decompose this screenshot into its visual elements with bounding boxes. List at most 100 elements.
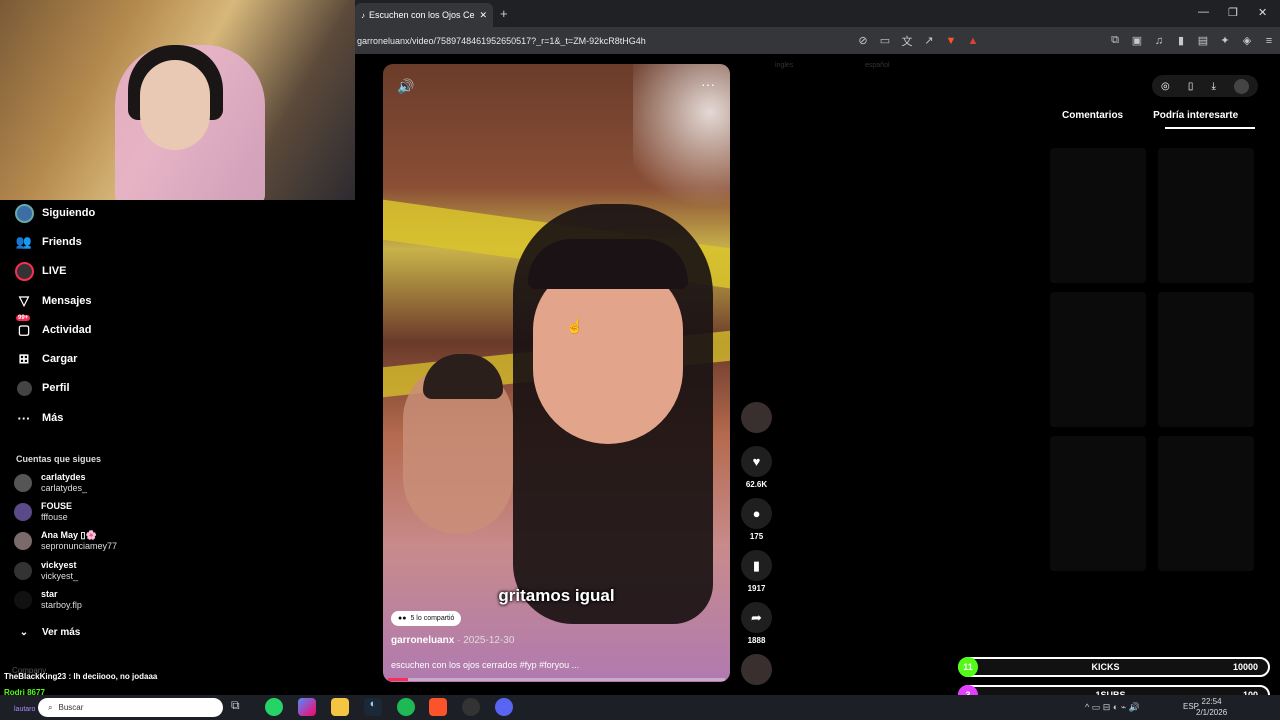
shared-by-pill[interactable]: ●● 5 lo compartió <box>391 611 462 626</box>
tiktok-sidebar: Siguiendo 👥 Friends LIVE ▽ Mensajes ▢ 99… <box>0 200 355 695</box>
video-description[interactable]: escuchen con los ojos cerrados #fyp #for… <box>391 660 579 670</box>
nav-activity[interactable]: ▢ 99+ Actividad <box>14 315 92 340</box>
user-avatar-icon[interactable] <box>1233 78 1249 94</box>
vpn-icon[interactable]: ◈ <box>1236 34 1258 47</box>
subject-face <box>533 264 683 444</box>
brave-shield-icon[interactable]: ▼ <box>940 35 962 47</box>
copilot-icon[interactable] <box>298 698 316 716</box>
chat-overlay: TheBlackKing23 : lh deciiooo, no jodaaa <box>4 672 157 681</box>
search-icon: ⌕ <box>48 702 53 712</box>
sidebar-icon[interactable]: ▮ <box>1170 34 1192 47</box>
wallet-icon[interactable]: ▤ <box>1192 34 1214 47</box>
light-glare <box>633 64 730 224</box>
author-name[interactable]: garroneluanx <box>391 635 454 646</box>
brave-rewards-icon[interactable]: ▲ <box>962 35 984 47</box>
menu-icon[interactable]: ≡ <box>1258 35 1280 47</box>
nav-profile[interactable]: Perfil <box>14 378 70 398</box>
followed-account[interactable]: star starboy.flp <box>14 589 82 611</box>
related-video-thumb[interactable] <box>1158 436 1254 571</box>
download-icon[interactable]: ⤓ <box>1211 81 1215 92</box>
see-more-link[interactable]: ⌄ Ver más <box>14 622 81 642</box>
new-tab-button[interactable]: + <box>500 6 508 21</box>
progress-track[interactable] <box>388 678 725 681</box>
leo-icon[interactable]: ✦ <box>1214 34 1236 47</box>
post-date: · 2025-12-30 <box>454 635 515 646</box>
messages-icon: ▽ <box>19 293 29 308</box>
music-icon[interactable]: ♫ <box>1148 35 1170 47</box>
system-tray[interactable]: ^ ▭ ⊟ ◐ ⌁ 🔊 <box>1085 702 1140 713</box>
close-window-icon[interactable]: ✕ <box>1258 6 1267 19</box>
browser-tab-bar <box>355 0 1280 27</box>
followed-account[interactable]: vickyest vickyest_ <box>14 560 78 582</box>
faded-label-1: ingles <box>775 62 794 69</box>
related-video-thumb[interactable] <box>1158 148 1254 283</box>
nav-friends[interactable]: 👥 Friends <box>14 232 82 252</box>
more-options-icon[interactable]: ··· <box>701 76 715 92</box>
tab-related[interactable]: Podría interesarte <box>1153 110 1238 121</box>
nav-label: Actividad <box>42 324 92 336</box>
followed-account[interactable]: FOUSE fffouse <box>14 501 72 523</box>
video-author[interactable]: garroneluanx · 2025-12-30 <box>391 635 514 646</box>
video-tools-bar: ◎ ▯ ⤓ <box>1152 75 1258 97</box>
mobile-icon[interactable]: ▯ <box>1188 81 1194 92</box>
steam-icon[interactable]: ◐ <box>364 698 382 716</box>
spotify-icon[interactable] <box>397 698 415 716</box>
related-video-thumb[interactable] <box>1050 148 1146 283</box>
nav-messages[interactable]: ▽ Mensajes <box>14 291 92 311</box>
taskbar-clock[interactable]: 22:54 2/1/2026 <box>1196 696 1227 718</box>
compass-icon[interactable]: ◎ <box>1161 81 1170 92</box>
avatar <box>14 562 32 580</box>
account-handle: vickyest_ <box>41 571 79 581</box>
cast-icon[interactable]: ▭ <box>874 34 896 47</box>
tab-title: Escuchen con los Ojos Cerrad <box>369 10 475 20</box>
sound-disc-button[interactable] <box>741 654 772 685</box>
avatar <box>14 532 32 550</box>
close-tab-icon[interactable]: ✕ <box>479 10 487 21</box>
music-disc-icon <box>741 654 772 685</box>
no-tracking-icon[interactable]: ⊘ <box>852 34 874 47</box>
screenshot-icon[interactable]: ▣ <box>1126 34 1148 47</box>
related-video-thumb[interactable] <box>1050 436 1146 571</box>
discord-icon[interactable] <box>495 698 513 716</box>
nav-more[interactable]: ··· Más <box>14 408 64 428</box>
like-button[interactable]: ♥ 62.6K <box>741 446 772 489</box>
tab-comments[interactable]: Comentarios <box>1062 110 1123 121</box>
nav-label: Cargar <box>42 353 78 365</box>
url-text[interactable]: garroneluanx/video/7589748461952650517?_… <box>357 36 847 46</box>
share-icon[interactable]: ↗ <box>918 34 940 47</box>
nav-upload[interactable]: ⊞ Cargar <box>14 349 78 369</box>
save-button[interactable]: ▮ 1917 <box>741 550 772 593</box>
share-button[interactable]: ➦ 1888 <box>741 602 772 645</box>
share-arrow-icon: ➦ <box>741 602 772 633</box>
share-count: 1888 <box>747 636 766 645</box>
related-video-thumb[interactable] <box>1050 292 1146 427</box>
browser-tab[interactable]: ♪ Escuchen con los Ojos Cerrad ✕ <box>355 3 493 27</box>
translate-icon[interactable]: 文 <box>896 33 918 49</box>
creator-avatar-button[interactable] <box>741 402 772 433</box>
volume-icon[interactable]: 🔊 <box>397 78 414 95</box>
more-icon: ··· <box>17 410 31 426</box>
related-video-thumb[interactable] <box>1158 292 1254 427</box>
whatsapp-icon[interactable] <box>265 698 283 716</box>
brave-icon[interactable] <box>429 698 447 716</box>
followed-account[interactable]: carlatydes carlatydes_ <box>14 472 87 494</box>
obs-icon[interactable] <box>462 698 480 716</box>
minimize-icon[interactable]: — <box>1198 6 1209 18</box>
video-player[interactable]: 🔊 ··· gritamos igual ●● 5 lo compartió g… <box>383 64 730 682</box>
file-explorer-icon[interactable] <box>331 698 349 716</box>
nav-label: Mensajes <box>42 295 92 307</box>
followed-account[interactable]: Ana May ▯🌸 sepronunciamey77 <box>14 530 117 552</box>
nav-following[interactable]: Siguiendo <box>14 203 95 223</box>
task-view-icon[interactable]: ⧉ <box>231 698 249 716</box>
address-bar[interactable]: garroneluanx/video/7589748461952650517?_… <box>355 27 1280 54</box>
comment-button[interactable]: ● 175 <box>741 498 772 541</box>
extensions-icon[interactable]: ⧉ <box>1104 34 1126 47</box>
activity-badge: 99+ <box>16 315 31 321</box>
maximize-icon[interactable]: ❐ <box>1228 6 1238 19</box>
like-count: 62.6K <box>745 480 768 489</box>
chevron-down-icon: ⌄ <box>19 626 29 638</box>
avatar <box>14 474 32 492</box>
taskbar-search[interactable]: ⌕ Buscar <box>38 698 223 717</box>
account-name: star <box>41 589 58 599</box>
nav-live[interactable]: LIVE <box>14 261 66 281</box>
